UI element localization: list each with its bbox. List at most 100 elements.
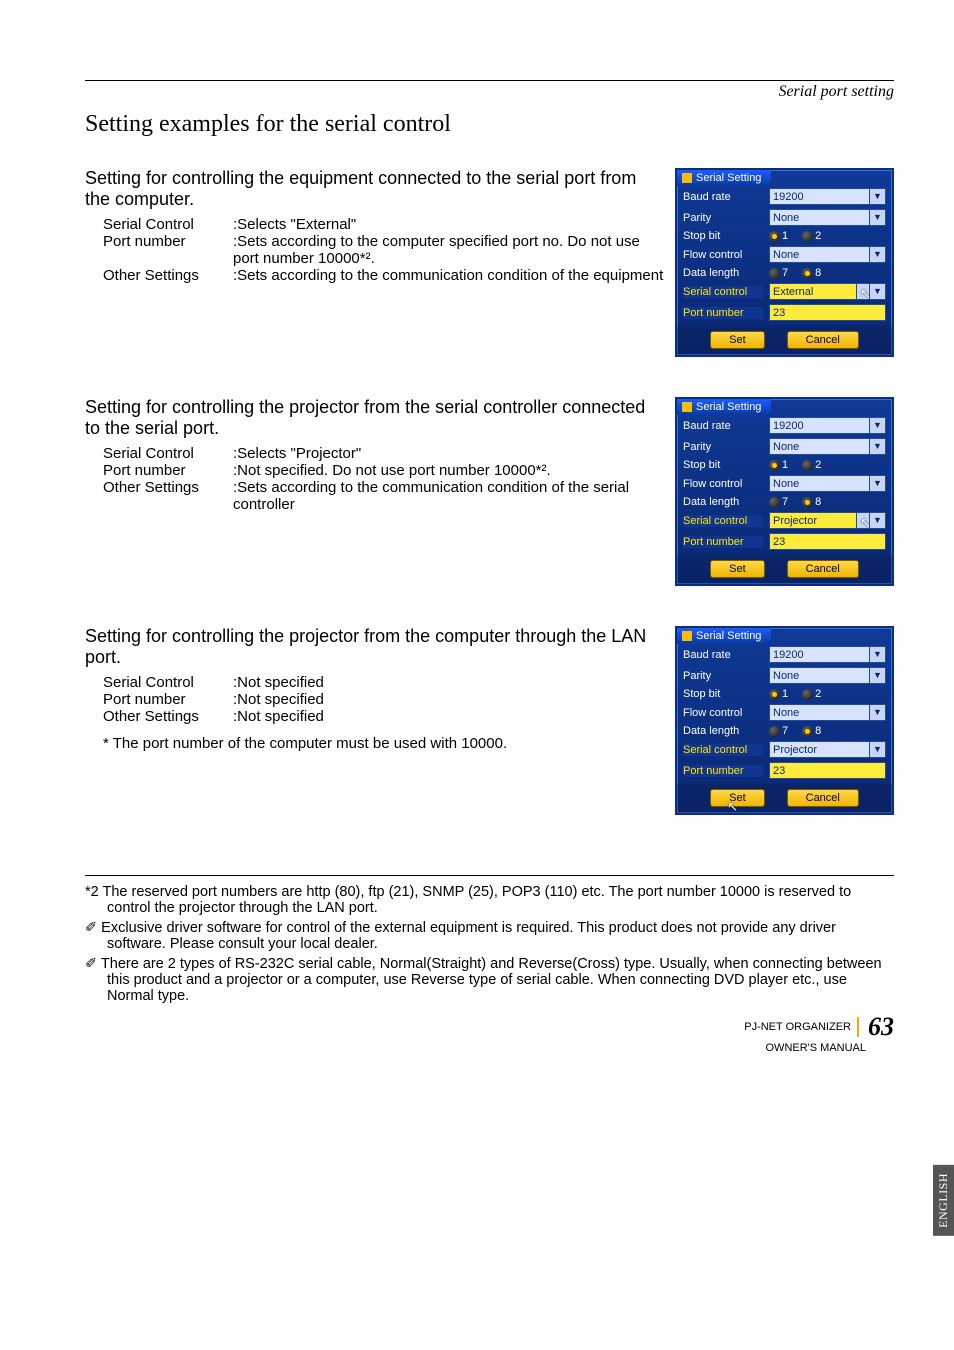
flow-control-select[interactable]: None▼ — [769, 475, 886, 492]
breadcrumb: Serial port setting — [85, 83, 894, 101]
label-parity: Parity — [683, 670, 763, 682]
radio-icon[interactable] — [802, 231, 813, 242]
definition-row: Port number :Sets according to the compu… — [103, 233, 665, 267]
chevron-down-icon[interactable]: ▼ — [870, 209, 886, 226]
definition-value: :Sets according to the communication con… — [233, 267, 665, 284]
baud-rate-select[interactable]: 19200▼ — [769, 646, 886, 663]
definition-value: :Sets according to the computer specifie… — [233, 233, 665, 267]
chevron-down-icon[interactable]: ▼ — [870, 188, 886, 205]
definition-row: Serial Control :Selects "Projector" — [103, 445, 665, 462]
definition-label: Serial Control — [103, 674, 233, 691]
port-number-input[interactable]: 23 — [769, 304, 886, 321]
footnotes: *2 The reserved port numbers are http (8… — [85, 884, 894, 1004]
serial-setting-panel: Serial Setting Baud rate 19200▼ Parity N… — [675, 626, 894, 815]
serial-control-select[interactable]: Projector↖▼ — [769, 512, 886, 529]
page-title: Setting examples for the serial control — [85, 111, 894, 138]
serial-control-apply[interactable]: ↖ — [857, 512, 870, 529]
footer-product: PJ-NET ORGANIZER — [744, 1021, 851, 1033]
label-stop-bit: Stop bit — [683, 688, 763, 700]
set-button[interactable]: Set↖ — [710, 789, 765, 807]
chevron-down-icon[interactable]: ▼ — [870, 475, 886, 492]
definition-row: Serial Control :Selects "External" — [103, 216, 665, 233]
chevron-down-icon[interactable]: ▼ — [870, 512, 886, 529]
cancel-button[interactable]: Cancel — [787, 331, 859, 349]
parity-select[interactable]: None▼ — [769, 667, 886, 684]
set-button[interactable]: Set — [710, 331, 765, 349]
chevron-down-icon[interactable]: ▼ — [870, 246, 886, 263]
radio-icon[interactable] — [802, 497, 813, 508]
label-flow-control: Flow control — [683, 478, 763, 490]
bottom-rule — [85, 875, 894, 876]
radio-icon[interactable] — [769, 497, 780, 508]
definition-row: Other Settings :Sets according to the co… — [103, 479, 665, 513]
radio-icon[interactable] — [769, 231, 780, 242]
parity-select[interactable]: None▼ — [769, 438, 886, 455]
serial-setting-panel: Serial Setting Baud rate 19200▼ Parity N… — [675, 168, 894, 357]
section-heading: Setting for controlling the projector fr… — [85, 626, 665, 668]
cancel-button[interactable]: Cancel — [787, 560, 859, 578]
set-button[interactable]: Set — [710, 560, 765, 578]
definition-value: :Selects "External" — [233, 216, 665, 233]
chevron-down-icon[interactable]: ▼ — [870, 667, 886, 684]
definition-row: Other Settings :Sets according to the co… — [103, 267, 665, 284]
note-line: ✐ There are 2 types of RS-232C serial ca… — [85, 956, 894, 1004]
definition-label: Port number — [103, 233, 233, 267]
definition-value: :Not specified. Do not use port number 1… — [233, 462, 665, 479]
flow-control-select[interactable]: None▼ — [769, 704, 886, 721]
label-data-length: Data length — [683, 267, 763, 279]
radio-icon[interactable] — [802, 268, 813, 279]
definition-label: Serial Control — [103, 216, 233, 233]
radio-icon[interactable] — [802, 460, 813, 471]
definition-row: Serial Control :Not specified — [103, 674, 665, 691]
definition-label: Other Settings — [103, 708, 233, 725]
example-section: Setting for controlling the projector fr… — [85, 626, 894, 815]
section-footnote: * The port number of the computer must b… — [103, 735, 665, 752]
definition-label: Port number — [103, 691, 233, 708]
example-section: Setting for controlling the projector fr… — [85, 397, 894, 586]
stop-bit-radio[interactable]: 1 2 — [769, 688, 886, 700]
serial-control-apply[interactable]: ↖ — [857, 283, 870, 300]
chevron-down-icon[interactable]: ▼ — [870, 283, 886, 300]
definition-row: Port number :Not specified — [103, 691, 665, 708]
stop-bit-radio[interactable]: 1 2 — [769, 230, 886, 242]
note-line: ✐ Exclusive driver software for control … — [85, 920, 894, 952]
chevron-down-icon[interactable]: ▼ — [870, 438, 886, 455]
chevron-down-icon[interactable]: ▼ — [870, 646, 886, 663]
baud-rate-select[interactable]: 19200▼ — [769, 417, 886, 434]
radio-icon[interactable] — [802, 726, 813, 737]
flow-control-select[interactable]: None▼ — [769, 246, 886, 263]
chevron-down-icon[interactable]: ▼ — [870, 704, 886, 721]
port-number-input[interactable]: 23 — [769, 533, 886, 550]
baud-rate-select[interactable]: 19200▼ — [769, 188, 886, 205]
label-port-number: Port number — [683, 765, 763, 777]
serial-control-select[interactable]: Projector▼ — [769, 741, 886, 758]
data-length-radio[interactable]: 7 8 — [769, 496, 886, 508]
parity-select[interactable]: None▼ — [769, 209, 886, 226]
chevron-down-icon[interactable]: ▼ — [870, 741, 886, 758]
label-port-number: Port number — [683, 307, 763, 319]
label-baud-rate: Baud rate — [683, 420, 763, 432]
chevron-down-icon[interactable]: ▼ — [870, 417, 886, 434]
radio-icon[interactable] — [802, 689, 813, 700]
definition-label: Other Settings — [103, 479, 233, 513]
data-length-radio[interactable]: 7 8 — [769, 267, 886, 279]
stop-bit-radio[interactable]: 1 2 — [769, 459, 886, 471]
label-parity: Parity — [683, 212, 763, 224]
radio-icon[interactable] — [769, 689, 780, 700]
definition-value: :Not specified — [233, 674, 665, 691]
definition-label: Serial Control — [103, 445, 233, 462]
data-length-radio[interactable]: 7 8 — [769, 725, 886, 737]
section-heading: Setting for controlling the projector fr… — [85, 397, 665, 439]
top-rule — [85, 80, 894, 81]
label-stop-bit: Stop bit — [683, 459, 763, 471]
label-port-number: Port number — [683, 536, 763, 548]
radio-icon[interactable] — [769, 460, 780, 471]
port-number-input[interactable]: 23 — [769, 762, 886, 779]
footer-subtitle: OWNER'S MANUAL — [85, 1042, 866, 1054]
serial-control-select[interactable]: External↖▼ — [769, 283, 886, 300]
radio-icon[interactable] — [769, 726, 780, 737]
cancel-button[interactable]: Cancel — [787, 789, 859, 807]
radio-icon[interactable] — [769, 268, 780, 279]
label-serial-control: Serial control — [683, 744, 763, 756]
section-heading: Setting for controlling the equipment co… — [85, 168, 665, 210]
